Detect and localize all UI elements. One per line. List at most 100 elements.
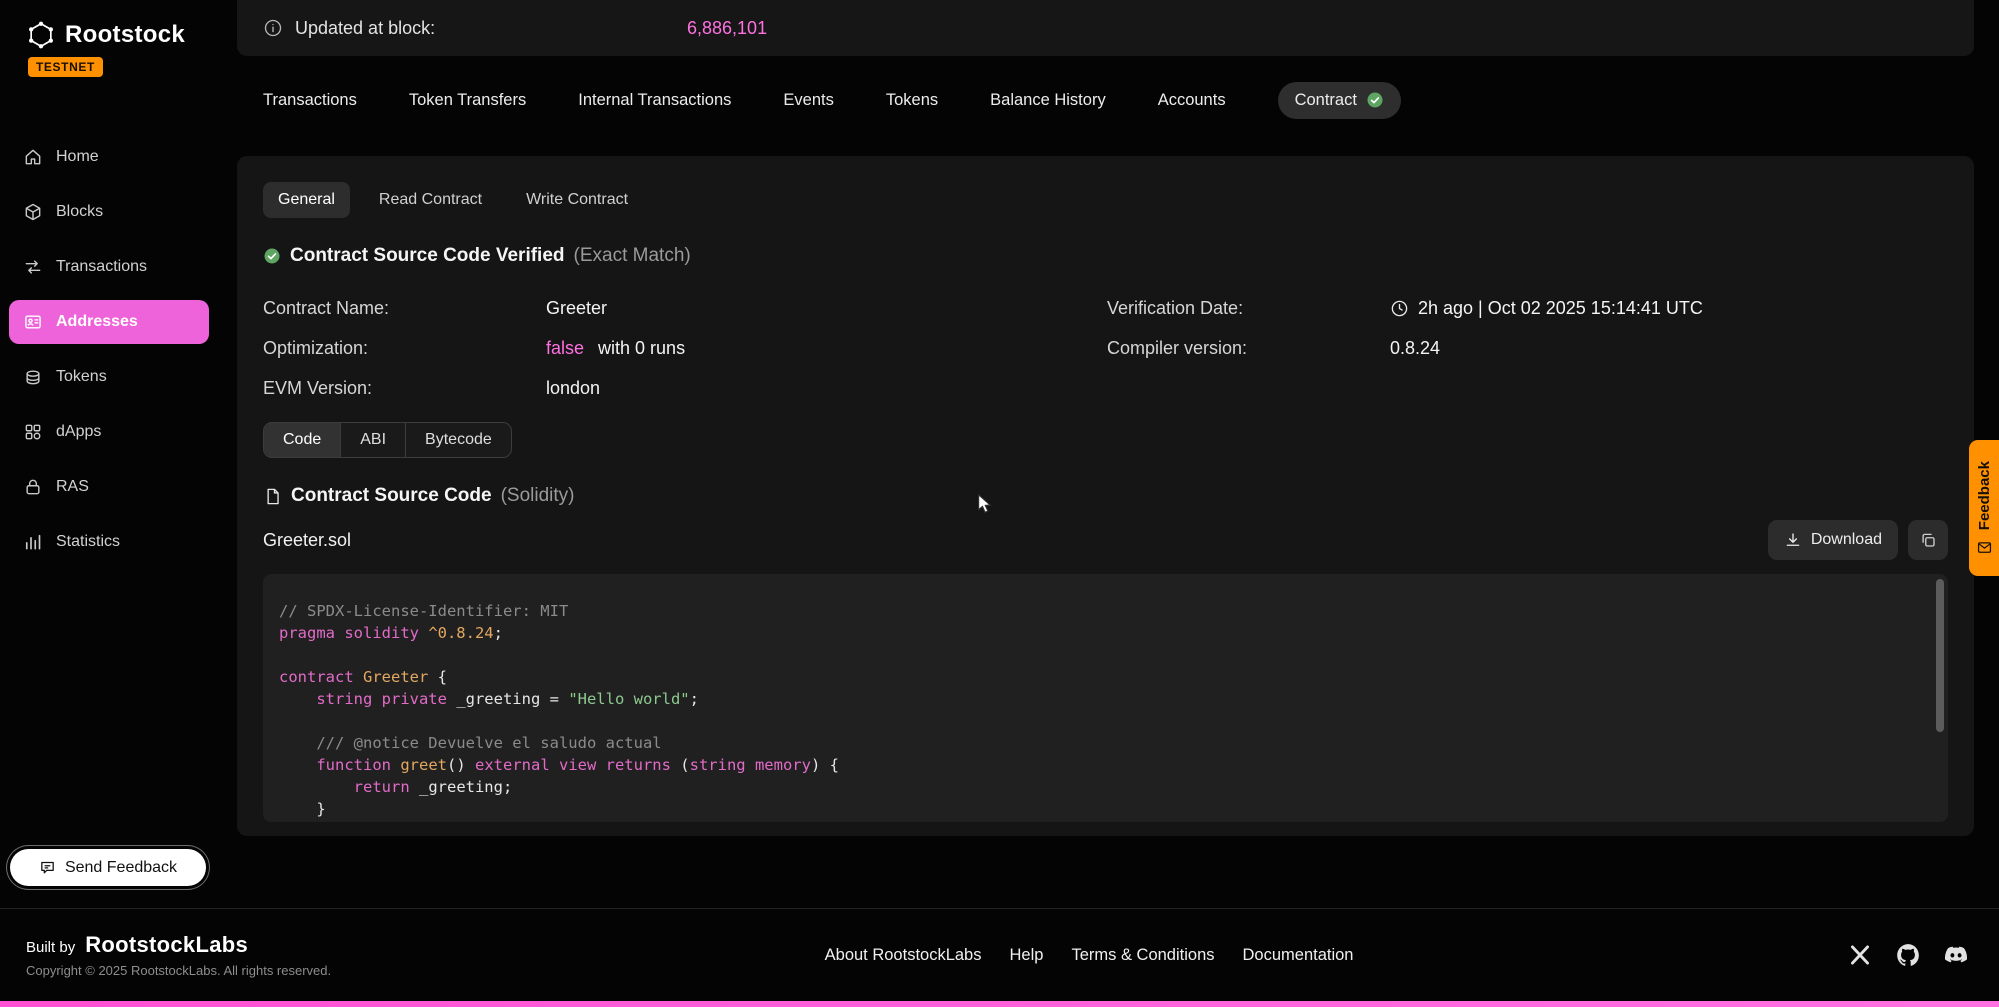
source-code-language: (Solidity) xyxy=(501,485,575,507)
testnet-badge: TESTNET xyxy=(28,57,103,77)
field-evm-version: EVM Version: london xyxy=(263,368,1107,408)
clock-icon xyxy=(1390,299,1409,318)
code-scrollbar-thumb[interactable] xyxy=(1936,579,1944,732)
copyright-text: Copyright © 2025 RootstockLabs. All righ… xyxy=(26,963,331,978)
tab-internal-transactions[interactable]: Internal Transactions xyxy=(578,91,731,110)
footer-link-about[interactable]: About RootstockLabs xyxy=(825,946,982,965)
code-token: external view returns xyxy=(475,756,671,774)
code-token: contract xyxy=(279,668,363,686)
subtab-read-contract[interactable]: Read Contract xyxy=(364,182,497,218)
transactions-icon xyxy=(23,257,43,277)
code-token: () xyxy=(447,756,475,774)
footer-link-help[interactable]: Help xyxy=(1010,946,1044,965)
tab-contract[interactable]: Contract xyxy=(1278,82,1401,119)
sidebar-item-transactions[interactable]: Transactions xyxy=(9,245,209,289)
sidebar-item-label: Addresses xyxy=(56,313,138,331)
tokens-icon xyxy=(23,367,43,387)
copy-code-button[interactable] xyxy=(1908,520,1948,560)
subtab-general[interactable]: General xyxy=(263,182,350,218)
sidebar-item-dapps[interactable]: dApps xyxy=(9,410,209,454)
tab-transactions[interactable]: Transactions xyxy=(263,91,357,110)
verified-row: Contract Source Code Verified (Exact Mat… xyxy=(263,244,1948,268)
footer-link-documentation[interactable]: Documentation xyxy=(1243,946,1354,965)
tab-events[interactable]: Events xyxy=(783,91,833,110)
code-token: "Hello world" xyxy=(568,690,689,708)
sidebar-item-addresses[interactable]: Addresses xyxy=(9,300,209,344)
evm-version-label: EVM Version: xyxy=(263,378,546,399)
code-line: // SPDX-License-Identifier: MIT xyxy=(279,600,1922,622)
code-tab[interactable]: Code xyxy=(264,423,340,457)
subtab-write-contract[interactable]: Write Contract xyxy=(511,182,643,218)
code-line: /// @notice Devuelve el saludo actual xyxy=(279,732,1922,754)
code-token: /// @notice Devuelve el saludo actual xyxy=(279,734,662,752)
sidebar-nav: Home Blocks Transactions Addresses xyxy=(0,135,218,564)
download-button[interactable]: Download xyxy=(1768,520,1898,560)
code-token: ^0.8.24 xyxy=(428,624,493,642)
compiler-version-value: 0.8.24 xyxy=(1390,338,1440,359)
footer-links: About RootstockLabs Help Terms & Conditi… xyxy=(825,946,1354,965)
contract-subtabs: General Read Contract Write Contract xyxy=(263,182,1948,218)
field-contract-name: Contract Name: Greeter xyxy=(263,288,1107,328)
field-verification-date: Verification Date: 2h ago | Oct 02 2025 … xyxy=(1107,288,1948,328)
info-icon xyxy=(263,18,283,38)
optimization-label: Optimization: xyxy=(263,338,546,359)
brand-name[interactable]: Rootstock xyxy=(65,21,185,49)
sidebar-item-ras[interactable]: RAS xyxy=(9,465,209,509)
sidebar-item-label: Tokens xyxy=(56,368,107,386)
code-token: _greeting = xyxy=(447,690,568,708)
verified-check-icon xyxy=(263,247,281,265)
sidebar-item-label: RAS xyxy=(56,478,89,496)
abi-tab[interactable]: ABI xyxy=(340,423,405,457)
code-token xyxy=(279,778,354,796)
optimization-runs-value: with 0 runs xyxy=(593,338,685,359)
sidebar-item-blocks[interactable]: Blocks xyxy=(9,190,209,234)
code-token: function xyxy=(316,756,391,774)
verification-date-label: Verification Date: xyxy=(1107,298,1390,319)
bottom-accent-bar xyxy=(0,1001,1999,1007)
contract-name-value: Greeter xyxy=(546,298,607,319)
chat-icon xyxy=(39,859,56,876)
footer-link-terms[interactable]: Terms & Conditions xyxy=(1071,946,1214,965)
tab-accounts[interactable]: Accounts xyxy=(1158,91,1226,110)
sidebar-item-label: Transactions xyxy=(56,258,147,276)
sidebar: Rootstock TESTNET Home Blocks xyxy=(0,0,218,908)
rootstocklabs-wordmark[interactable]: RootstockLabs xyxy=(85,932,248,958)
tab-balance-history[interactable]: Balance History xyxy=(990,91,1106,110)
code-line xyxy=(279,710,1922,732)
blocks-icon xyxy=(23,202,43,222)
code-line: return _greeting; xyxy=(279,776,1922,798)
code-line xyxy=(279,644,1922,666)
code-token: { xyxy=(428,668,447,686)
tab-token-transfers[interactable]: Token Transfers xyxy=(409,91,526,110)
source-file-name: Greeter.sol xyxy=(263,530,351,551)
bytecode-tab[interactable]: Bytecode xyxy=(405,423,511,457)
sidebar-item-label: Home xyxy=(56,148,99,166)
updated-at-block-label: Updated at block: xyxy=(295,18,675,39)
contract-name-label: Contract Name: xyxy=(263,298,546,319)
updated-block-bar: Updated at block: 6,886,101 xyxy=(237,0,1974,56)
discord-icon[interactable] xyxy=(1943,942,1969,968)
file-icon xyxy=(263,487,282,506)
feedback-side-tab[interactable]: Feedback xyxy=(1969,440,1999,576)
code-line: contract Greeter { xyxy=(279,666,1922,688)
code-line: } xyxy=(279,798,1922,820)
tab-tokens[interactable]: Tokens xyxy=(886,91,938,110)
code-view-switcher: Code ABI Bytecode xyxy=(263,422,512,458)
source-code-title: Contract Source Code xyxy=(291,485,492,507)
send-feedback-button[interactable]: Send Feedback xyxy=(10,849,206,886)
code-token: ; xyxy=(494,624,503,642)
sidebar-item-tokens[interactable]: Tokens xyxy=(9,355,209,399)
code-token: ; xyxy=(690,690,699,708)
x-twitter-icon[interactable] xyxy=(1847,942,1873,968)
code-line: function greet() external view returns (… xyxy=(279,754,1922,776)
block-number-link[interactable]: 6,886,101 xyxy=(687,18,767,39)
code-token xyxy=(391,756,400,774)
sidebar-item-home[interactable]: Home xyxy=(9,135,209,179)
file-row: Greeter.sol Download xyxy=(263,520,1948,560)
code-token: return xyxy=(354,778,410,796)
source-code-header: Contract Source Code (Solidity) xyxy=(263,484,1948,508)
compiler-version-label: Compiler version: xyxy=(1107,338,1390,359)
content-row: Rootstock TESTNET Home Blocks xyxy=(0,0,1999,908)
sidebar-item-statistics[interactable]: Statistics xyxy=(9,520,209,564)
github-icon[interactable] xyxy=(1895,942,1921,968)
